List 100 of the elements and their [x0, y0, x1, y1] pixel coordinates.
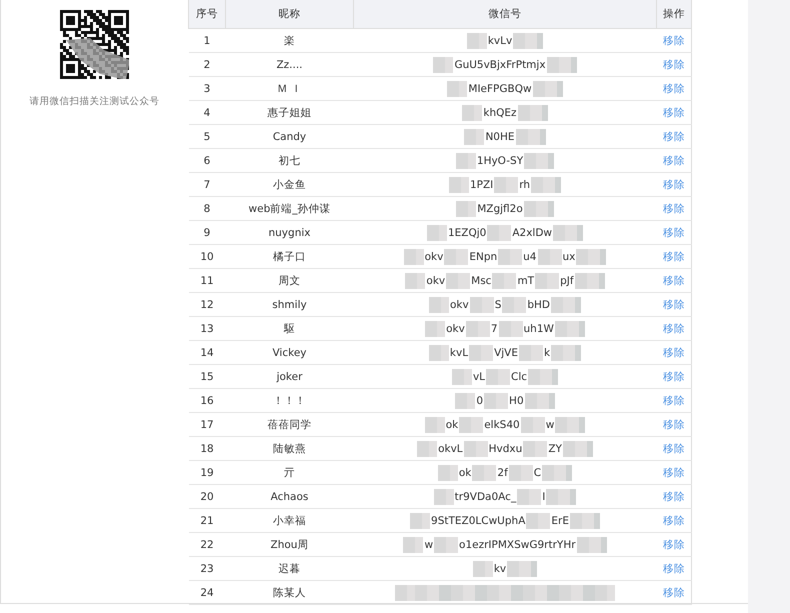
blur-patch: [551, 296, 582, 312]
table-cell: 8: [188, 196, 226, 220]
remove-link[interactable]: 移除: [662, 514, 685, 526]
table-cell: 11: [188, 268, 226, 292]
id-fragment: okv: [425, 274, 446, 286]
remove-link[interactable]: 移除: [662, 490, 685, 502]
remove-link[interactable]: 移除: [662, 82, 685, 94]
id-fragment: 9StTEZ0LCwUphA: [430, 514, 526, 526]
blur-patch: [538, 248, 562, 264]
table-cell: Vickey: [226, 340, 354, 364]
table-cell: 蓓蓓同学: [226, 412, 354, 436]
remove-link[interactable]: 移除: [662, 586, 685, 598]
blur-patch: [466, 32, 487, 48]
blur-patch: [526, 512, 550, 528]
id-fragment: 2f: [496, 466, 509, 478]
column-header: 序号: [188, 0, 226, 28]
table-cell: 惠子姐姐: [226, 100, 354, 124]
table-cell: 22: [188, 532, 226, 556]
id-fragment: o1ezrIPMXSwG9rtrYHr: [458, 538, 577, 550]
table-cell: 小幸福: [226, 508, 354, 532]
remove-link[interactable]: 移除: [662, 226, 685, 238]
remove-link[interactable]: 移除: [662, 346, 685, 358]
blur-patch: [513, 32, 544, 48]
table-cell: 12: [188, 292, 226, 316]
remove-link[interactable]: 移除: [662, 538, 685, 550]
table-cell: nuygnix: [226, 220, 354, 244]
remove-link[interactable]: 移除: [662, 154, 685, 166]
id-fragment: ok: [444, 418, 460, 430]
blur-patch: [518, 104, 548, 120]
id-fragment: ok: [458, 466, 472, 478]
blur-patch: [532, 80, 563, 96]
table-cell: 23: [188, 556, 226, 580]
table-cell: 周文: [226, 268, 354, 292]
remove-link[interactable]: 移除: [662, 58, 685, 70]
remove-link[interactable]: 移除: [662, 394, 685, 406]
id-fragment: elkS40: [483, 418, 521, 430]
blur-patch: [524, 392, 555, 408]
remove-link[interactable]: 移除: [662, 178, 685, 190]
table-cell: 19: [188, 460, 226, 484]
blur-patch: [484, 392, 508, 408]
id-fragment: 7: [490, 322, 499, 334]
remove-link[interactable]: 移除: [662, 418, 685, 430]
remove-link[interactable]: 移除: [662, 130, 685, 142]
blur-patch: [456, 152, 476, 168]
id-fragment: rh: [518, 178, 532, 190]
blur-patch: [502, 296, 526, 312]
blur-patch: [555, 416, 586, 432]
table-cell: 5: [188, 124, 226, 148]
remove-link[interactable]: 移除: [662, 562, 685, 574]
blur-patch: [459, 416, 484, 432]
table-cell: 17: [188, 412, 226, 436]
table-cell: Zhou周: [226, 532, 354, 556]
remove-link[interactable]: 移除: [662, 274, 685, 286]
blur-patch: [444, 248, 468, 264]
remove-link[interactable]: 移除: [662, 202, 685, 214]
id-fragment: w: [544, 418, 556, 430]
table-cell: 初七: [226, 148, 354, 172]
table-cell: 9: [188, 220, 226, 244]
id-fragment: bHD: [526, 298, 552, 310]
table-cell: Achaos: [226, 484, 354, 508]
blur-patch: [424, 416, 445, 432]
remove-link[interactable]: 移除: [662, 298, 685, 310]
remove-link[interactable]: 移除: [662, 466, 685, 478]
blur-patch: [542, 464, 572, 480]
blur-patch: [417, 440, 438, 456]
remove-link[interactable]: 移除: [662, 250, 685, 262]
blur-patch: [472, 560, 493, 576]
table-cell: 楽: [226, 28, 354, 52]
blur-patch: [428, 344, 449, 360]
table-cell: 7: [188, 172, 226, 196]
blur-patch: [531, 176, 562, 192]
table-cell: 駆: [226, 316, 354, 340]
blur-patch: [546, 56, 577, 72]
remove-link[interactable]: 移除: [662, 106, 685, 118]
id-fragment: C: [532, 466, 542, 478]
remove-link[interactable]: 移除: [662, 370, 685, 382]
blur-patch: [452, 368, 472, 384]
blur-patch: [551, 344, 582, 360]
table-cell: 2: [188, 52, 226, 76]
blur-patch: [498, 320, 523, 336]
id-fragment: 0: [475, 394, 484, 406]
table-cell: 20: [188, 484, 226, 508]
id-fragment: 1EZQj0: [446, 226, 488, 238]
id-fragment: ZY: [547, 442, 563, 454]
remove-link[interactable]: 移除: [662, 322, 685, 334]
remove-link[interactable]: 移除: [662, 442, 685, 454]
blur-patch: [574, 272, 605, 288]
blur-patch: [438, 464, 458, 480]
blur-patch: [508, 464, 533, 480]
table-cell: 陈某人: [226, 580, 354, 604]
blur-patch: [517, 488, 542, 504]
table-cell: 13: [188, 316, 226, 340]
id-fragment: ErE: [550, 514, 570, 526]
blur-patch: [498, 248, 522, 264]
id-fragment: okv: [448, 298, 470, 310]
blur-patch: [456, 200, 476, 216]
column-header: 操作: [656, 0, 692, 28]
table-cell: 6: [188, 148, 226, 172]
remove-link[interactable]: 移除: [662, 34, 685, 46]
column-header: 昵称: [226, 0, 354, 28]
